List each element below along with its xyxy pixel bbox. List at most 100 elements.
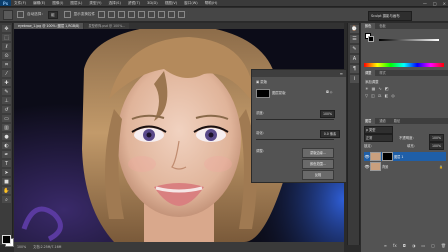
tab-swatches[interactable]: 色板 <box>375 23 389 29</box>
zoom-tool-icon[interactable]: ⌕ <box>2 196 11 203</box>
blend-mode-dropdown[interactable]: 正常 <box>364 134 393 142</box>
vibrance-icon[interactable]: ▽ <box>365 93 368 98</box>
minimize-button[interactable]: — <box>423 1 427 6</box>
brush-tool-icon[interactable]: ✎ <box>2 88 11 95</box>
brush-presets-icon[interactable]: ✎ <box>350 45 359 53</box>
paragraph-icon[interactable]: ¶ <box>350 65 359 73</box>
quick-select-tool-icon[interactable]: ⊙ <box>2 52 11 59</box>
exposure-icon[interactable]: ◩ <box>385 86 389 91</box>
workspace-dropdown[interactable]: Sculpt 摄影与画布 <box>368 11 412 21</box>
menu-layer[interactable]: 图层(L) <box>70 1 82 6</box>
add-mask-icon[interactable]: ◘ <box>403 243 406 249</box>
menu-select[interactable]: 选择(S) <box>109 1 121 6</box>
clone-stamp-tool-icon[interactable]: ⊥ <box>2 97 11 104</box>
crop-tool-icon[interactable]: ⌗ <box>2 61 11 68</box>
tab-layers[interactable]: 图层 <box>361 118 376 124</box>
menu-type[interactable]: 类型(Y) <box>89 1 101 6</box>
eyedropper-tool-icon[interactable]: ⁄ <box>2 70 11 77</box>
curves-icon[interactable]: ∿ <box>378 86 381 91</box>
distribute-icon[interactable] <box>158 11 166 18</box>
layer-filter-dropdown[interactable]: ρ 类型 <box>364 126 393 134</box>
foreground-color-swatch[interactable] <box>2 235 11 244</box>
color-range-button[interactable]: 颜色范围... <box>302 159 334 169</box>
align-center-icon[interactable] <box>138 11 146 18</box>
new-layer-icon[interactable]: ▢ <box>431 243 435 249</box>
menu-filter[interactable]: 滤镜(T) <box>128 1 140 6</box>
blur-tool-icon[interactable]: ● <box>2 133 11 140</box>
eraser-tool-icon[interactable]: ▭ <box>2 115 11 122</box>
show-transform-checkbox[interactable] <box>63 11 71 18</box>
history-icon[interactable]: ⌚ <box>350 25 359 33</box>
fx-icon[interactable]: fx <box>393 243 397 249</box>
layer-thumb <box>370 152 381 161</box>
color-slider[interactable] <box>379 39 439 41</box>
align-right-icon[interactable] <box>148 11 156 18</box>
pixel-mask-icon[interactable]: ◘ ◇ <box>326 90 332 94</box>
levels-icon[interactable]: ▦ <box>372 86 376 91</box>
marquee-tool-icon[interactable]: ⬚ <box>2 34 11 41</box>
move-tool-preset-icon[interactable] <box>3 9 13 20</box>
panel-menu-icon[interactable]: ≡ <box>340 71 343 76</box>
gradient-tool-icon[interactable]: ▥ <box>2 124 11 131</box>
path-select-tool-icon[interactable]: ➤ <box>2 169 11 176</box>
photo-filter-icon[interactable]: ◎ <box>391 93 395 98</box>
auto-select-dropdown[interactable]: 组 <box>47 10 58 19</box>
history-brush-tool-icon[interactable]: ↺ <box>2 106 11 113</box>
move-tool-icon[interactable]: ✥ <box>2 25 11 32</box>
mask-edge-button[interactable]: 蒙版边缘... <box>302 148 334 158</box>
menu-help[interactable]: 帮助(H) <box>205 1 218 6</box>
new-adjustment-icon[interactable]: ◑ <box>412 243 416 249</box>
dodge-tool-icon[interactable]: ◐ <box>2 142 11 149</box>
tab-styles[interactable]: 样式 <box>375 70 389 76</box>
menu-view[interactable]: 视图(V) <box>165 1 177 6</box>
link-layers-icon[interactable]: ∞ <box>384 243 387 249</box>
close-button[interactable]: × <box>443 1 446 6</box>
menu-file[interactable]: 文件(F) <box>14 1 26 6</box>
hue-sat-icon[interactable]: ◫ <box>371 93 375 98</box>
properties-icon[interactable]: ☰ <box>350 35 359 43</box>
feather-value[interactable]: 0.0 像素 <box>320 130 340 138</box>
maximize-button[interactable]: □ <box>433 1 437 6</box>
tab-channels[interactable]: 通道 <box>375 118 389 124</box>
character-icon[interactable]: A <box>350 55 359 63</box>
bg-color-chip[interactable] <box>368 36 374 42</box>
brightness-icon[interactable]: ☀ <box>365 86 369 91</box>
density-slider[interactable] <box>256 119 334 120</box>
zoom-level[interactable]: 100% <box>17 245 26 249</box>
auto-select-checkbox[interactable] <box>17 11 24 18</box>
trash-icon[interactable]: 🗑 <box>441 243 446 249</box>
pen-tool-icon[interactable]: ✒ <box>2 151 11 158</box>
bw-icon[interactable]: ◧ <box>384 93 388 98</box>
hand-tool-icon[interactable]: ✋ <box>2 187 11 194</box>
fill-value[interactable]: 100% <box>429 142 444 150</box>
lasso-tool-icon[interactable]: ℓ <box>2 43 11 50</box>
menu-3d[interactable]: 3D(D) <box>147 1 158 5</box>
density-value[interactable]: 100% <box>320 110 335 118</box>
align-top-icon[interactable] <box>98 11 106 18</box>
tab-paths[interactable]: 路径 <box>390 118 404 124</box>
tab-adjustments[interactable]: 调整 <box>361 70 376 76</box>
layer-row-background[interactable]: 👁 背景 🔒 <box>364 162 446 171</box>
menu-window[interactable]: 窗口(W) <box>184 1 198 6</box>
distribute-h-icon[interactable] <box>168 11 176 18</box>
type-tool-icon[interactable]: T <box>2 160 11 167</box>
align-left-icon[interactable] <box>128 11 136 18</box>
3d-mode-icon[interactable] <box>178 11 186 18</box>
new-group-icon[interactable]: ▭ <box>421 243 425 249</box>
shape-tool-icon[interactable]: ■ <box>2 178 11 185</box>
color-spectrum[interactable] <box>364 63 444 67</box>
layer-row-1[interactable]: 👁 图层 1 <box>364 152 446 161</box>
menu-image[interactable]: 图像(I) <box>52 1 63 6</box>
invert-button[interactable]: 反相 <box>302 170 334 180</box>
menu-edit[interactable]: 编辑(E) <box>33 1 45 6</box>
properties-panel-header[interactable]: ≡ <box>252 70 346 77</box>
feather-slider[interactable] <box>256 139 334 140</box>
color-balance-icon[interactable]: ⚖ <box>378 93 382 98</box>
tab-color[interactable]: 颜色 <box>361 23 376 29</box>
healing-brush-tool-icon[interactable]: ✚ <box>2 79 11 86</box>
info-icon[interactable]: i <box>350 75 359 83</box>
opacity-value[interactable]: 100% <box>429 134 444 142</box>
align-middle-icon[interactable] <box>108 11 116 18</box>
layer-mask-thumb-small[interactable] <box>382 152 393 161</box>
align-bottom-icon[interactable] <box>118 11 126 18</box>
